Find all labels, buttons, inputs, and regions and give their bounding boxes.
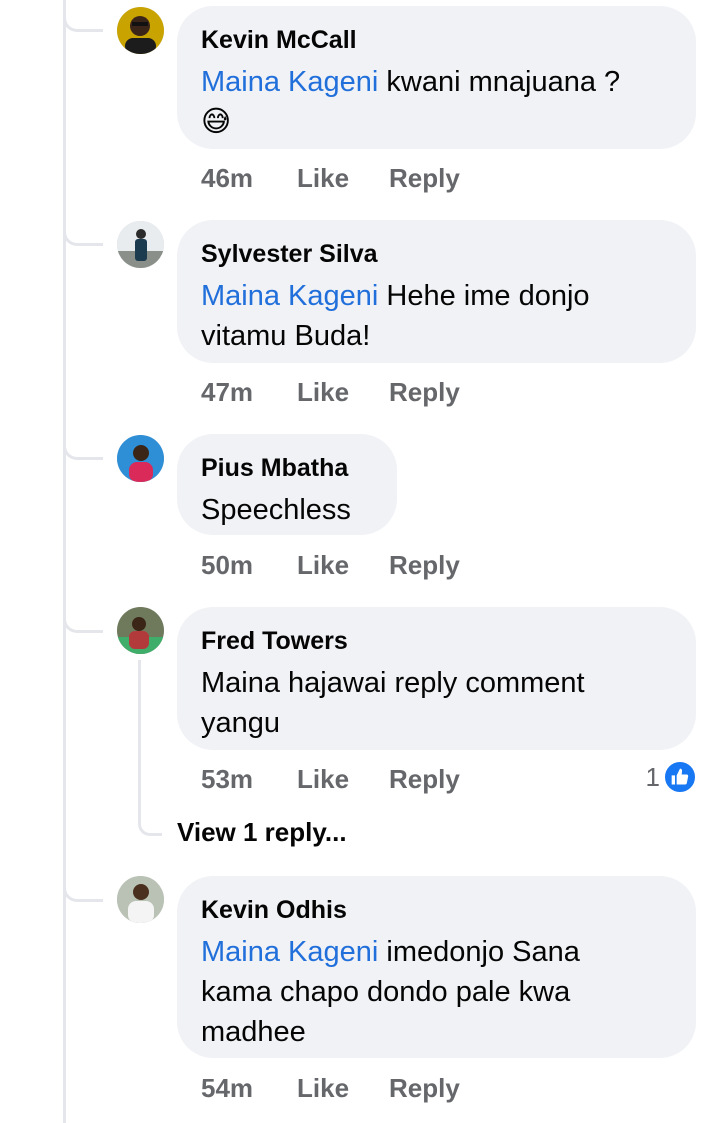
thread-connector	[63, 6, 103, 32]
reply-button[interactable]: Reply	[389, 550, 460, 581]
comment-author[interactable]: Sylvester Silva	[201, 238, 672, 270]
comment-text-line: madhee	[201, 1016, 306, 1048]
thread-connector	[63, 220, 103, 246]
comment-text-line: vitamu Buda!	[201, 320, 371, 352]
thread-connector	[63, 607, 103, 633]
comment-author[interactable]: Kevin McCall	[201, 24, 672, 56]
comment-bubble[interactable]: Kevin McCall Maina Kageni kwani mnajuana…	[177, 6, 696, 149]
comment-author[interactable]: Fred Towers	[201, 625, 672, 657]
like-reaction-icon[interactable]	[663, 760, 697, 794]
reaction-count[interactable]: 1	[646, 762, 660, 793]
avatar-sylvester-silva[interactable]	[117, 221, 164, 268]
reply-button[interactable]: Reply	[389, 764, 460, 795]
comment-text-line: kama chapo dondo pale kwa	[201, 976, 571, 1008]
comment-time[interactable]: 50m	[201, 550, 297, 581]
comment-actions: 50m Like Reply	[201, 550, 460, 581]
mention-link[interactable]: Maina Kageni	[201, 66, 378, 98]
comment-actions: 46m Like Reply	[201, 163, 460, 194]
comment-author[interactable]: Pius Mbatha	[201, 452, 373, 484]
comment-time[interactable]: 53m	[201, 764, 297, 795]
comment-actions: 53m Like Reply	[201, 764, 460, 795]
comment-author[interactable]: Kevin Odhis	[201, 894, 672, 926]
like-button[interactable]: Like	[297, 550, 389, 581]
comment-time[interactable]: 47m	[201, 377, 297, 408]
avatar-kevin-odhis[interactable]	[117, 876, 164, 923]
avatar-kevin-mccall[interactable]	[117, 7, 164, 54]
comment-text: Maina Kageni imedonjo Sana	[201, 936, 580, 968]
comment-actions: 47m Like Reply	[201, 377, 460, 408]
comment-bubble[interactable]: Sylvester Silva Maina Kageni Hehe ime do…	[177, 220, 696, 363]
comment-bubble[interactable]: Pius Mbatha Speechless	[177, 434, 397, 535]
comment-bubble[interactable]: Kevin Odhis Maina Kageni imedonjo Sana k…	[177, 876, 696, 1058]
comment-text: Maina hajawai reply comment	[201, 667, 585, 699]
comment-actions: 54m Like Reply	[201, 1073, 460, 1104]
comment-time[interactable]: 46m	[201, 163, 297, 194]
comment-text: Speechless	[201, 494, 351, 526]
like-button[interactable]: Like	[297, 377, 389, 408]
comment-text-line: yangu	[201, 707, 281, 739]
emoji-sweat-smile: 😅	[201, 106, 232, 138]
reply-button[interactable]: Reply	[389, 163, 460, 194]
mention-link[interactable]: Maina Kageni	[201, 936, 378, 968]
reply-button[interactable]: Reply	[389, 1073, 460, 1104]
replies-connector	[138, 660, 162, 836]
like-button[interactable]: Like	[297, 1073, 389, 1104]
mention-link[interactable]: Maina Kageni	[201, 280, 378, 312]
reply-button[interactable]: Reply	[389, 377, 460, 408]
like-button[interactable]: Like	[297, 764, 389, 795]
thread-line	[63, 0, 66, 1123]
thread-connector	[63, 434, 103, 460]
comment-text: Maina Kageni Hehe ime donjo	[201, 280, 590, 312]
comment-time[interactable]: 54m	[201, 1073, 297, 1104]
view-replies-link[interactable]: View 1 reply...	[177, 817, 347, 848]
like-button[interactable]: Like	[297, 163, 389, 194]
comment-text: Maina Kageni kwani mnajuana ?	[201, 66, 621, 98]
comment-bubble[interactable]: Fred Towers Maina hajawai reply comment …	[177, 607, 696, 750]
thread-connector	[63, 876, 103, 902]
avatar-fred-towers[interactable]	[117, 607, 164, 654]
avatar-pius-mbatha[interactable]	[117, 435, 164, 482]
